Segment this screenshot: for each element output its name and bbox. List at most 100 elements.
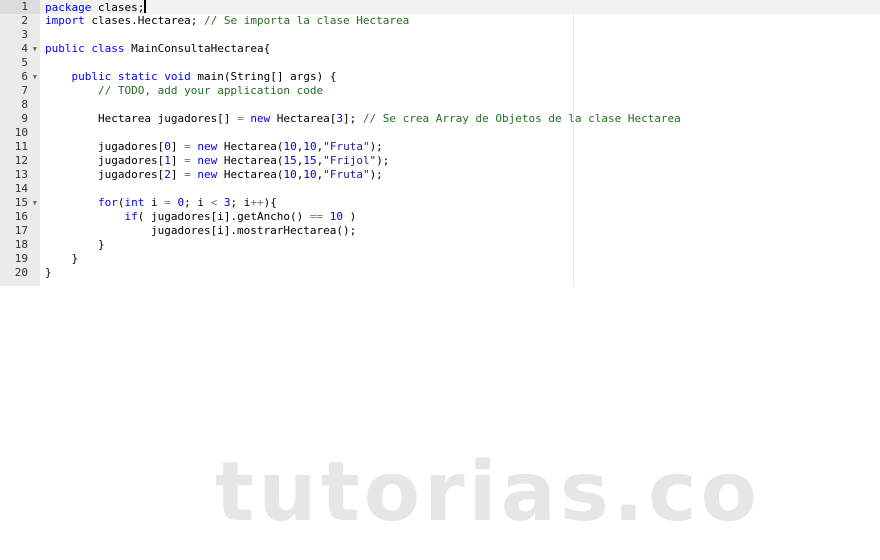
code-token-text: Hectarea jugadores[] (45, 112, 238, 125)
code-token-text: jugadores[ (45, 168, 165, 181)
code-token-text: } (45, 252, 79, 265)
code-token-number: 10 (329, 210, 344, 223)
code-line[interactable]: } (45, 266, 880, 280)
line-number: 4 ▼ (21, 42, 37, 56)
code-token-keyword: import (45, 14, 85, 27)
code-token-text: ); (369, 168, 383, 181)
line-number: 13 (14, 168, 28, 181)
fold-toggle-icon[interactable]: ▼ (33, 70, 37, 84)
code-token-operator: = (184, 140, 191, 153)
code-line[interactable]: public class MainConsultaHectarea{ (45, 42, 880, 56)
code-token-keyword: int (124, 196, 145, 209)
code-content[interactable]: package clases; import clases.Hectarea; /… (40, 0, 880, 280)
code-token-comment: // TODO, add your application code (97, 84, 324, 97)
line-number: 3 (21, 28, 28, 41)
code-token-operator: ++ (250, 196, 264, 209)
code-token-text: i (144, 196, 165, 209)
code-line[interactable]: package clases; (40, 0, 880, 14)
code-line[interactable]: // TODO, add your application code (45, 84, 880, 98)
code-line[interactable]: import clases.Hectarea; // Se importa la… (45, 14, 880, 28)
code-editor[interactable]: 1 2 3 4 ▼ 5 6 ▼ 7 8 9 10 11 12 13 14 15 ▼ 16 17 18 19 20 packa… (0, 0, 880, 286)
code-token-text: Hectarea[ (270, 112, 337, 125)
code-token-string: "Frijol" (323, 154, 377, 167)
code-token-number: 15 (303, 154, 317, 167)
code-line[interactable]: jugadores[0] = new Hectarea(10,10,"Fruta… (45, 140, 880, 154)
line-number: 14 (14, 182, 28, 195)
fold-toggle-icon[interactable]: ▼ (33, 42, 37, 56)
code-token-text: jugadores[ (45, 154, 165, 167)
code-token-text: ] (170, 154, 185, 167)
code-line[interactable] (45, 28, 880, 42)
code-token-text: ); (369, 140, 383, 153)
line-number: 19 (14, 252, 28, 265)
code-line[interactable]: jugadores[i].mostrarHectarea(); (45, 224, 880, 238)
line-number: 12 (14, 154, 28, 167)
line-number: 2 (21, 14, 28, 27)
code-token-comment: // Se crea Array de Objetos de la clase … (362, 112, 681, 125)
code-token-keyword: new (250, 112, 271, 125)
code-line[interactable]: Hectarea jugadores[] = new Hectarea[3]; … (45, 112, 880, 126)
line-number: 10 (14, 126, 28, 139)
code-token-number: 1 (164, 154, 171, 167)
code-line[interactable]: } (45, 238, 880, 252)
code-token-keyword: new (197, 154, 218, 167)
code-line[interactable]: jugadores[2] = new Hectarea(10,10,"Fruta… (45, 168, 880, 182)
code-token-string: "Fruta" (323, 140, 370, 153)
code-token-text: jugadores[i].mostrarHectarea(); (45, 224, 357, 237)
code-token-string: "Fruta" (323, 168, 370, 181)
line-number: 8 (21, 98, 28, 111)
fold-toggle-icon[interactable]: ▼ (33, 196, 37, 210)
code-token-text: MainConsultaHectarea{ (124, 42, 271, 55)
code-token-text: } (45, 238, 105, 251)
code-token-text: ; i (230, 196, 251, 209)
code-line[interactable]: } (45, 252, 880, 266)
line-number: 15 ▼ (14, 196, 37, 210)
code-token-operator: = (184, 154, 191, 167)
code-line[interactable] (45, 56, 880, 70)
code-token-keyword: if (124, 210, 138, 223)
code-line[interactable] (45, 98, 880, 112)
line-number: 9 (21, 112, 28, 125)
code-line[interactable]: public static void main(String[] args) { (45, 70, 880, 84)
code-token-text: ) (343, 210, 357, 223)
code-token-text: ] (170, 168, 185, 181)
line-number: 5 (21, 56, 28, 69)
code-token-number: 10 (283, 168, 297, 181)
text-cursor (144, 0, 147, 13)
line-number: 20 (14, 266, 28, 279)
code-token-operator: = (237, 112, 244, 125)
code-token-keyword: package (45, 1, 92, 14)
code-line[interactable]: for(int i = 0; i < 3; i++){ (45, 196, 880, 210)
code-token-number: 2 (164, 168, 171, 181)
code-line[interactable] (45, 126, 880, 140)
line-number-gutter: 1 2 3 4 ▼ 5 6 ▼ 7 8 9 10 11 12 13 14 15 ▼ 16 17 18 19 20 (0, 0, 40, 286)
code-line[interactable]: if( jugadores[i].getAncho() == 10 ) (45, 210, 880, 224)
line-number: 1 (0, 0, 40, 14)
code-token-number: 10 (303, 140, 317, 153)
code-token-text: main(String[] args) { (190, 70, 337, 83)
code-token-text: clases; (91, 1, 145, 14)
code-token-text: ); (376, 154, 390, 167)
watermark-logo: tutorias.co (215, 445, 761, 540)
code-line[interactable] (45, 182, 880, 196)
code-token-number: 10 (283, 140, 297, 153)
code-token-number: 10 (303, 168, 317, 181)
code-token-keyword: public (71, 70, 112, 83)
code-token-keyword: class (91, 42, 125, 55)
code-token-text: Hectarea( (217, 168, 284, 181)
code-token-text: ] (170, 140, 185, 153)
line-number: 18 (14, 238, 28, 251)
line-number: 16 (14, 210, 28, 223)
code-token-operator: = (164, 196, 171, 209)
line-number: 11 (14, 140, 28, 153)
code-token-text: ){ (263, 196, 277, 209)
code-line[interactable]: jugadores[1] = new Hectarea(15,15,"Frijo… (45, 154, 880, 168)
code-token-keyword: public (45, 42, 85, 55)
code-token-keyword: new (197, 168, 218, 181)
code-token-text: Hectarea( (217, 154, 284, 167)
code-token-operator: == (309, 210, 324, 223)
